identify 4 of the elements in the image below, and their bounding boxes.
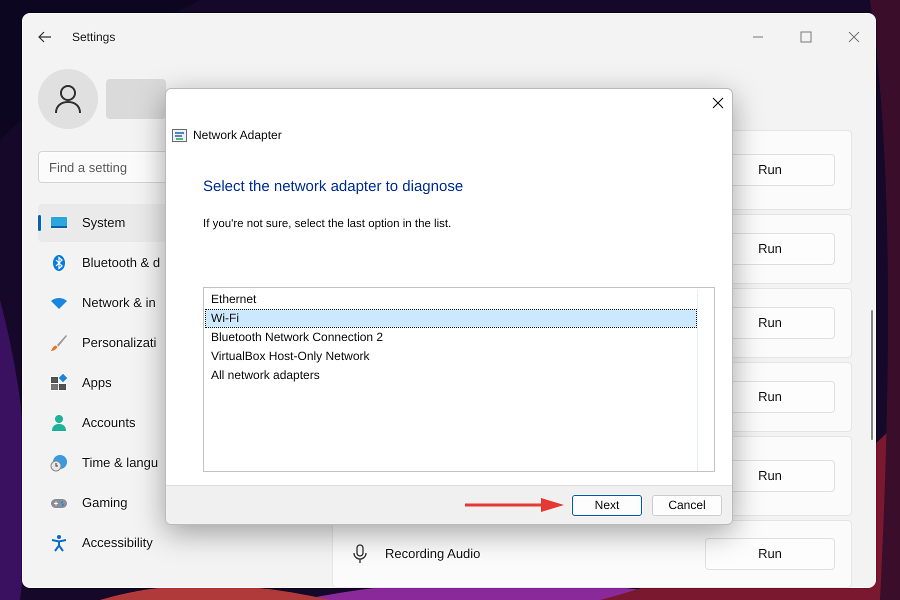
troubleshooter-name: Recording Audio [385, 545, 480, 564]
dialog-title: Network Adapter [193, 127, 282, 144]
instruction-text: If you're not sure, select the last option in the list. [203, 216, 452, 232]
window-title: Settings [72, 28, 116, 46]
